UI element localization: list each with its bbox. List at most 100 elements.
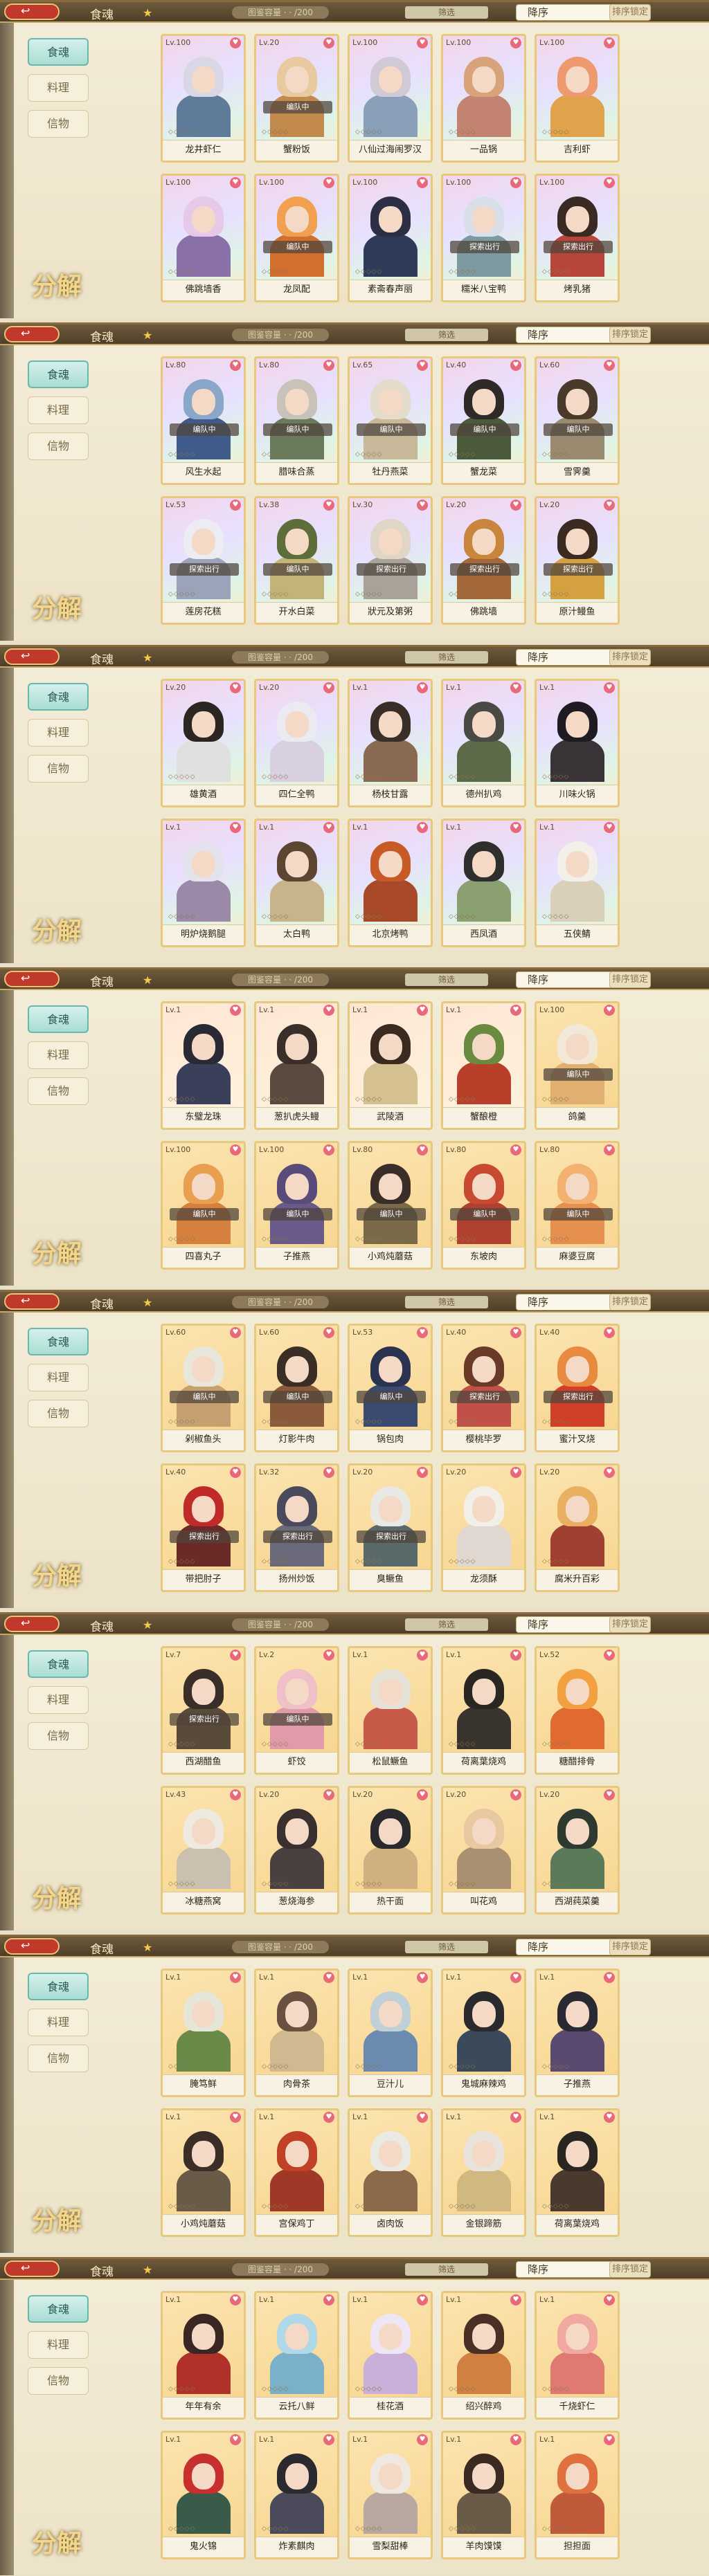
character-card[interactable]: Lv.1 ♥ ◇◇◇◇◇ 绍兴醉鸡 <box>441 2291 526 2420</box>
decompose-button[interactable]: 分解 <box>32 1879 94 1920</box>
character-card[interactable]: Lv.40 ♥ ◇◇◇◇◇ 探索出行 蜜汁叉烧 <box>535 1324 620 1452</box>
character-card[interactable]: Lv.80 ♥ ◇◇◇◇◇ 编队中 小鸡炖蘑菇 <box>348 1141 433 1270</box>
sort-lock-button[interactable]: 排序锁定 <box>609 1294 651 1310</box>
character-card[interactable]: Lv.100 ♥ ◇◇◇◇◇ 编队中 龙凤配 <box>254 174 339 302</box>
character-card[interactable]: Lv.20 ♥ ◇◇◇◇◇ 叫花鸡 <box>441 1786 526 1915</box>
tab-recipes[interactable]: 料理 <box>28 2009 89 2036</box>
character-card[interactable]: Lv.1 ♥ ◇◇◇◇◇ 桂花酒 <box>348 2291 433 2420</box>
character-card[interactable]: Lv.100 ♥ ◇◇◇◇◇ 探索出行 糯米八宝鸭 <box>441 174 526 302</box>
character-card[interactable]: Lv.100 ♥ ◇◇◇◇◇ 编队中 子推燕 <box>254 1141 339 1270</box>
tab-recipes[interactable]: 料理 <box>28 719 89 747</box>
character-card[interactable]: Lv.1 ♥ ◇◇◇◇◇ 杨枝甘露 <box>348 679 433 807</box>
character-card[interactable]: Lv.7 ♥ ◇◇◇◇◇ 探索出行 西湖醋鱼 <box>161 1646 246 1775</box>
character-card[interactable]: Lv.1 ♥ ◇◇◇◇◇ 蟹酿橙 <box>441 1001 526 1130</box>
sort-lock-button[interactable]: 排序锁定 <box>609 1616 651 1633</box>
filter-button[interactable]: 筛选 <box>405 329 488 341</box>
decompose-button[interactable]: 分解 <box>32 1556 94 1598</box>
character-card[interactable]: Lv.60 ♥ ◇◇◇◇◇ 编队中 剁椒鱼头 <box>161 1324 246 1452</box>
character-card[interactable]: Lv.1 ♥ ◇◇◇◇◇ 鬼城麻辣鸡 <box>441 1968 526 2097</box>
tab-tokens[interactable]: 信物 <box>28 432 89 460</box>
character-card[interactable]: Lv.1 ♥ ◇◇◇◇◇ 葱扒虎头鳗 <box>254 1001 339 1130</box>
character-card[interactable]: Lv.1 ♥ ◇◇◇◇◇ 荷离葉烧鸡 <box>441 1646 526 1775</box>
back-button[interactable]: ↩ <box>4 648 60 665</box>
filter-button[interactable]: 筛选 <box>405 1618 488 1631</box>
back-button[interactable]: ↩ <box>4 326 60 342</box>
character-card[interactable]: Lv.20 ♥ ◇◇◇◇◇ 热干面 <box>348 1786 433 1915</box>
character-card[interactable]: Lv.1 ♥ ◇◇◇◇◇ 五侠鲭 <box>535 819 620 947</box>
decompose-button[interactable]: 分解 <box>32 266 94 308</box>
sort-lock-button[interactable]: 排序锁定 <box>609 1939 651 1955</box>
character-card[interactable]: Lv.1 ♥ ◇◇◇◇◇ 川味火锅 <box>535 679 620 807</box>
tab-recipes[interactable]: 料理 <box>28 396 89 424</box>
character-card[interactable]: Lv.20 ♥ ◇◇◇◇◇ 西湖莼菜羹 <box>535 1786 620 1915</box>
sort-lock-button[interactable]: 排序锁定 <box>609 4 651 21</box>
tab-characters[interactable]: 食魂 <box>28 1328 89 1355</box>
sort-lock-button[interactable]: 排序锁定 <box>609 649 651 666</box>
character-card[interactable]: Lv.2 ♥ ◇◇◇◇◇ 编队中 虾饺 <box>254 1646 339 1775</box>
character-card[interactable]: Lv.100 ♥ ◇◇◇◇◇ 编队中 四喜丸子 <box>161 1141 246 1270</box>
character-card[interactable]: Lv.100 ♥ ◇◇◇◇◇ 吉利虾 <box>535 34 620 163</box>
character-card[interactable]: Lv.1 ♥ ◇◇◇◇◇ 担担面 <box>535 2431 620 2559</box>
tab-recipes[interactable]: 料理 <box>28 2331 89 2359</box>
character-card[interactable]: Lv.1 ♥ ◇◇◇◇◇ 肉骨茶 <box>254 1968 339 2097</box>
tab-recipes[interactable]: 料理 <box>28 1686 89 1714</box>
tab-tokens[interactable]: 信物 <box>28 2045 89 2072</box>
tab-tokens[interactable]: 信物 <box>28 2367 89 2395</box>
character-card[interactable]: Lv.20 ♥ ◇◇◇◇◇ 探索出行 佛跳墙 <box>441 496 526 625</box>
character-card[interactable]: Lv.1 ♥ ◇◇◇◇◇ 松鼠鳜鱼 <box>348 1646 433 1775</box>
back-button[interactable]: ↩ <box>4 1293 60 1310</box>
character-card[interactable]: Lv.1 ♥ ◇◇◇◇◇ 北京烤鸭 <box>348 819 433 947</box>
tab-tokens[interactable]: 信物 <box>28 755 89 783</box>
character-card[interactable]: Lv.1 ♥ ◇◇◇◇◇ 卤肉饭 <box>348 2108 433 2237</box>
filter-button[interactable]: 筛选 <box>405 974 488 986</box>
character-card[interactable]: Lv.100 ♥ ◇◇◇◇◇ 一品锅 <box>441 34 526 163</box>
character-card[interactable]: Lv.100 ♥ ◇◇◇◇◇ 佛跳墙香 <box>161 174 246 302</box>
tab-recipes[interactable]: 料理 <box>28 74 89 102</box>
character-card[interactable]: Lv.1 ♥ ◇◇◇◇◇ 鬼火锦 <box>161 2431 246 2559</box>
tab-characters[interactable]: 食魂 <box>28 1973 89 2000</box>
sort-lock-button[interactable]: 排序锁定 <box>609 971 651 988</box>
character-card[interactable]: Lv.1 ♥ ◇◇◇◇◇ 明炉烧鹅腿 <box>161 819 246 947</box>
filter-button[interactable]: 筛选 <box>405 2263 488 2276</box>
character-card[interactable]: Lv.1 ♥ ◇◇◇◇◇ 武陵酒 <box>348 1001 433 1130</box>
back-button[interactable]: ↩ <box>4 1616 60 1632</box>
filter-button[interactable]: 筛选 <box>405 1296 488 1308</box>
sort-lock-button[interactable]: 排序锁定 <box>609 2261 651 2278</box>
character-card[interactable]: Lv.52 ♥ ◇◇◇◇◇ 糖醋排骨 <box>535 1646 620 1775</box>
character-card[interactable]: Lv.100 ♥ ◇◇◇◇◇ 探索出行 烤乳猪 <box>535 174 620 302</box>
character-card[interactable]: Lv.38 ♥ ◇◇◇◇◇ 编队中 开水白菜 <box>254 496 339 625</box>
tab-characters[interactable]: 食魂 <box>28 683 89 711</box>
character-card[interactable]: Lv.1 ♥ ◇◇◇◇◇ 荷离葉烧鸡 <box>535 2108 620 2237</box>
character-card[interactable]: Lv.43 ♥ ◇◇◇◇◇ 冰糖燕窝 <box>161 1786 246 1915</box>
character-card[interactable]: Lv.1 ♥ ◇◇◇◇◇ 羊肉馍馍 <box>441 2431 526 2559</box>
tab-characters[interactable]: 食魂 <box>28 2295 89 2323</box>
character-card[interactable]: Lv.100 ♥ ◇◇◇◇◇ 素斋春声丽 <box>348 174 433 302</box>
tab-tokens[interactable]: 信物 <box>28 1077 89 1105</box>
tab-characters[interactable]: 食魂 <box>28 360 89 388</box>
character-card[interactable]: Lv.20 ♥ ◇◇◇◇◇ 龙须酥 <box>441 1463 526 1592</box>
filter-button[interactable]: 筛选 <box>405 651 488 664</box>
character-card[interactable]: Lv.1 ♥ ◇◇◇◇◇ 炸素麒肉 <box>254 2431 339 2559</box>
tab-characters[interactable]: 食魂 <box>28 38 89 66</box>
decompose-button[interactable]: 分解 <box>32 1234 94 1275</box>
character-card[interactable]: Lv.20 ♥ ◇◇◇◇◇ 腐米升百彩 <box>535 1463 620 1592</box>
character-card[interactable]: Lv.20 ♥ ◇◇◇◇◇ 雄黄酒 <box>161 679 246 807</box>
character-card[interactable]: Lv.40 ♥ ◇◇◇◇◇ 编队中 蟹龙菜 <box>441 356 526 485</box>
sort-lock-button[interactable]: 排序锁定 <box>609 327 651 343</box>
character-card[interactable]: Lv.60 ♥ ◇◇◇◇◇ 编队中 灯影牛肉 <box>254 1324 339 1452</box>
character-card[interactable]: Lv.1 ♥ ◇◇◇◇◇ 云托八鲜 <box>254 2291 339 2420</box>
character-card[interactable]: Lv.100 ♥ ◇◇◇◇◇ 编队中 鸽羹 <box>535 1001 620 1130</box>
decompose-button[interactable]: 分解 <box>32 911 94 953</box>
character-card[interactable]: Lv.1 ♥ ◇◇◇◇◇ 西凤酒 <box>441 819 526 947</box>
character-card[interactable]: Lv.1 ♥ ◇◇◇◇◇ 豆汁儿 <box>348 1968 433 2097</box>
filter-button[interactable]: 筛选 <box>405 1941 488 1953</box>
decompose-button[interactable]: 分解 <box>32 589 94 630</box>
decompose-button[interactable]: 分解 <box>32 2523 94 2565</box>
character-card[interactable]: Lv.65 ♥ ◇◇◇◇◇ 编队中 牡丹燕菜 <box>348 356 433 485</box>
character-card[interactable]: Lv.1 ♥ ◇◇◇◇◇ 东璧龙珠 <box>161 1001 246 1130</box>
character-card[interactable]: Lv.1 ♥ ◇◇◇◇◇ 千烧虾仁 <box>535 2291 620 2420</box>
character-card[interactable]: Lv.80 ♥ ◇◇◇◇◇ 编队中 东坡肉 <box>441 1141 526 1270</box>
tab-tokens[interactable]: 信物 <box>28 1400 89 1427</box>
character-card[interactable]: Lv.80 ♥ ◇◇◇◇◇ 编队中 风生水起 <box>161 356 246 485</box>
character-card[interactable]: Lv.40 ♥ ◇◇◇◇◇ 探索出行 樱桃毕罗 <box>441 1324 526 1452</box>
